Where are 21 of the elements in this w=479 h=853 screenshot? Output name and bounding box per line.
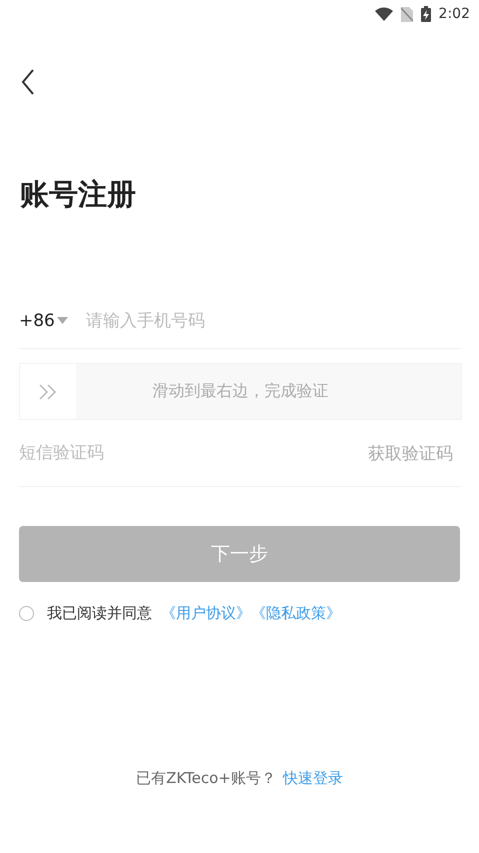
back-icon[interactable] (20, 68, 36, 96)
double-chevron-icon[interactable] (38, 384, 58, 400)
policy-link[interactable]: 《隐私政策》 (251, 604, 341, 622)
agree-checkbox[interactable] (19, 606, 34, 621)
no-sim-icon (400, 6, 413, 22)
sms-code-field[interactable]: 短信验证码 (19, 443, 368, 463)
agreement-text: 我已阅读并同意 (47, 604, 152, 623)
policy-link[interactable]: 《用户协议》 (161, 604, 251, 622)
slider-handle[interactable] (20, 364, 76, 419)
wifi-icon (374, 7, 393, 21)
country-code[interactable]: +86 (19, 310, 55, 330)
phone-field[interactable]: 请输入手机号码 (86, 310, 461, 330)
status-time: 2:02 (438, 6, 470, 22)
page-title: 账号注册 (20, 176, 137, 213)
slider-hint: 滑动到最右边，完成验证 (152, 381, 330, 402)
caret-icon[interactable] (56, 317, 68, 324)
battery-charging-icon (420, 6, 431, 22)
footer-text: 已有ZKTeco+账号？ (136, 769, 276, 788)
verification-slider[interactable]: 滑动到最右边，完成验证 (19, 363, 462, 420)
get-code-button[interactable]: 获取验证码 (368, 442, 453, 464)
quick-login-link[interactable]: 快速登录 (282, 769, 343, 788)
